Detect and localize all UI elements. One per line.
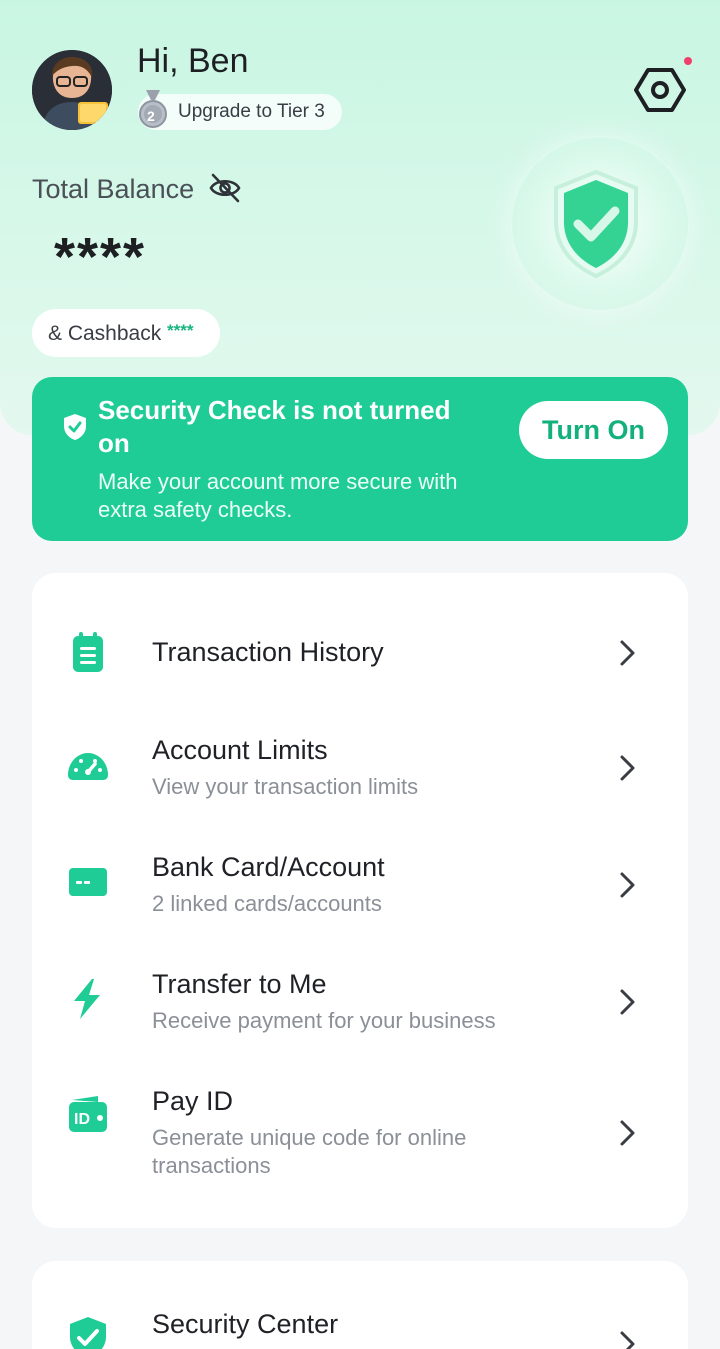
menu-item-account-limits[interactable]: Account Limits View your transaction lim… — [32, 723, 688, 813]
id-wallet-icon: ID — [69, 1096, 107, 1132]
lightning-icon — [74, 979, 100, 1019]
chevron-right-icon — [620, 1331, 635, 1349]
avatar[interactable] — [32, 50, 112, 130]
tier-level: 2 — [147, 108, 155, 124]
cashback-label: & Cashback — [48, 322, 162, 345]
security-check-description: Make your account more secure with extra… — [98, 469, 458, 522]
settings-icon[interactable] — [634, 66, 686, 114]
menu-item-subtitle: Generate unique code for online transact… — [152, 1125, 467, 1178]
chevron-right-icon — [620, 989, 635, 1015]
menu-item-bank-card[interactable]: Bank Card/Account 2 linked cards/account… — [32, 840, 688, 930]
notification-dot — [684, 57, 692, 65]
security-check-title: Security Check is not turned on — [98, 395, 451, 458]
menu-card-security: Security Center — [32, 1261, 688, 1349]
menu-item-title: Transaction History — [152, 637, 384, 667]
menu-item-title: Bank Card/Account — [152, 852, 385, 882]
menu-item-title: Transfer to Me — [152, 969, 327, 999]
cashback-pill[interactable]: & Cashback **** — [32, 309, 220, 357]
menu-item-title: Account Limits — [152, 735, 328, 765]
menu-item-transfer-to-me[interactable]: Transfer to Me Receive payment for your … — [32, 957, 688, 1047]
menu-item-pay-id[interactable]: ID Pay ID Generate unique code for onlin… — [32, 1074, 688, 1194]
greeting-title: Hi, Ben — [137, 42, 249, 80]
chevron-right-icon — [620, 640, 635, 666]
upgrade-tier-button[interactable]: 2 Upgrade to Tier 3 — [138, 90, 342, 130]
chevron-right-icon — [620, 755, 635, 781]
security-shield-icon — [554, 169, 638, 279]
menu-item-transaction-history[interactable]: Transaction History — [32, 607, 688, 697]
shield-check-icon — [70, 1317, 106, 1349]
menu-item-security-center[interactable]: Security Center — [32, 1301, 688, 1349]
eye-off-icon[interactable] — [208, 172, 242, 204]
chevron-right-icon — [620, 872, 635, 898]
turn-on-button[interactable]: Turn On — [519, 401, 668, 459]
chevron-right-icon — [620, 1120, 635, 1146]
shield-check-icon — [64, 414, 86, 440]
total-balance-label: Total Balance — [32, 174, 195, 204]
menu-item-subtitle: 2 linked cards/accounts — [152, 891, 382, 916]
menu-item-subtitle: View your transaction limits — [152, 774, 419, 799]
menu-item-title: Security Center — [152, 1309, 339, 1339]
clipboard-icon — [73, 632, 103, 672]
tier-label: Upgrade to Tier 3 — [178, 101, 325, 122]
security-check-banner: Security Check is not turned on Make you… — [32, 377, 688, 541]
svg-text:ID: ID — [74, 1111, 90, 1128]
menu-item-title: Pay ID — [152, 1086, 234, 1116]
menu-item-subtitle: Receive payment for your business — [152, 1008, 496, 1033]
cashback-value: **** — [167, 321, 194, 340]
speedometer-icon — [68, 753, 108, 780]
menu-card: Transaction History Account Limits View … — [32, 573, 688, 1228]
balance-value: **** — [54, 227, 147, 287]
card-icon — [69, 868, 107, 896]
